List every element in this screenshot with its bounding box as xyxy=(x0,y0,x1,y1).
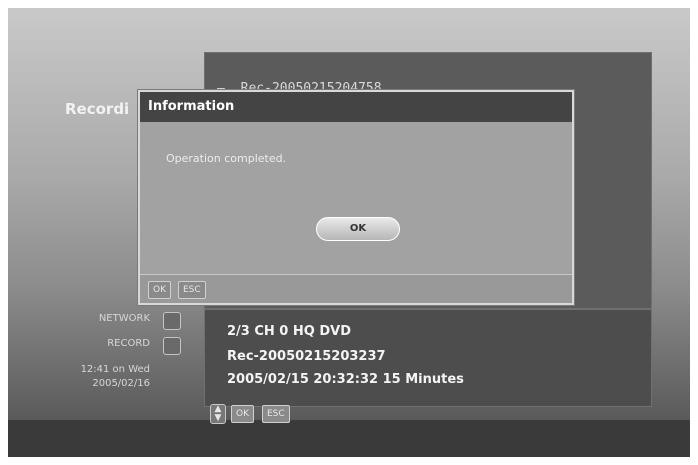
ok-button[interactable]: OK xyxy=(316,217,400,241)
clock-time: 12:41 on Wed xyxy=(80,364,150,375)
record-status-icon xyxy=(163,337,181,355)
clock-date: 2005/02/16 xyxy=(92,378,150,389)
bottom-ok-key[interactable]: OK xyxy=(231,405,254,423)
recording-info-panel: 2/3 CH 0 HQ DVD Rec-20050215203237 2005/… xyxy=(204,309,652,407)
info-line-2: Rec-20050215203237 xyxy=(227,349,386,364)
network-status-icon xyxy=(163,312,181,330)
info-line-3: 2005/02/15 20:32:32 15 Minutes xyxy=(227,372,464,387)
info-line-1: 2/3 CH 0 HQ DVD xyxy=(227,324,351,339)
dialog-title: Information xyxy=(140,92,572,122)
up-down-icon: ▲ ▼ xyxy=(210,404,226,424)
bottom-band xyxy=(8,420,690,457)
tv-screen: Recordi — Rec-20050215204758 Information… xyxy=(8,8,690,457)
bottom-esc-key[interactable]: ESC xyxy=(262,405,290,423)
footer-ok-key[interactable]: OK xyxy=(148,281,171,299)
footer-esc-key[interactable]: ESC xyxy=(178,281,206,299)
network-label: NETWORK xyxy=(98,313,150,324)
recording-title: Recordi xyxy=(65,100,130,118)
dialog-message: Operation completed. xyxy=(166,152,287,165)
record-label: RECORD xyxy=(107,338,150,349)
information-dialog: Information Operation completed. OK OK E… xyxy=(138,90,574,305)
dialog-footer: OK ESC xyxy=(140,274,572,303)
